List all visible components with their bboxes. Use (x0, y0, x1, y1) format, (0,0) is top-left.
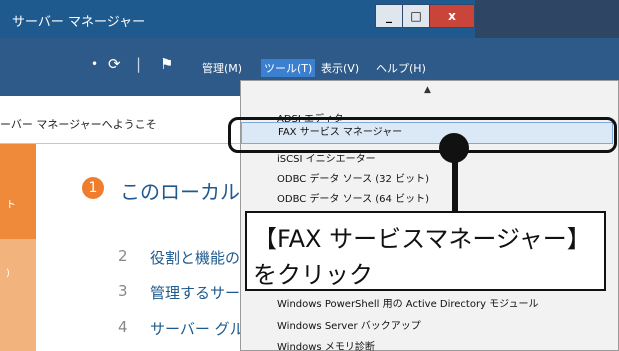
close-button[interactable]: x (429, 4, 475, 28)
server-manager-window: サーバー マネージャー _ □ x • ⟳ | ⚑ 管理(M) ツール(T) 表… (0, 0, 619, 351)
nav-dropdown-icon[interactable]: • (91, 57, 98, 71)
welcome-heading: ーバー マネージャーへようこそ (0, 118, 157, 131)
minimize-button[interactable]: _ (375, 4, 403, 28)
menu-item-odbc-32[interactable]: ODBC データ ソース (32 ビット) (277, 170, 429, 185)
highlight-ring (228, 117, 617, 153)
scroll-up-icon[interactable]: ▲ (424, 85, 431, 95)
notifications-flag-icon[interactable]: ⚑ (160, 55, 173, 73)
callout-line-2: をクリック (253, 261, 373, 289)
menu-item-memory-diagnostic[interactable]: Windows メモリ診断 (277, 338, 375, 351)
learn-more-band[interactable] (0, 239, 36, 351)
step-2-number: 2 (118, 247, 128, 265)
quick-start-label: ト (6, 200, 16, 211)
menu-manage[interactable]: 管理(M) (202, 60, 242, 76)
toolbar-separator: | (136, 55, 142, 73)
instruction-callout: 【FAX サービスマネージャー】 をクリック (245, 211, 606, 291)
menu-item-odbc-64[interactable]: ODBC データ ソース (64 ビット) (277, 190, 429, 205)
maximize-button[interactable]: □ (402, 4, 430, 28)
title-bar: サーバー マネージャー _ □ x (0, 0, 619, 38)
step-3-number: 3 (118, 282, 128, 300)
learn-more-label: ) (6, 268, 10, 279)
refresh-icon[interactable]: ⟳ (108, 55, 121, 73)
window-title: サーバー マネージャー (12, 15, 146, 30)
step-2-link[interactable]: 役割と機能の (150, 247, 240, 268)
menu-item-ps-ad-module[interactable]: Windows PowerShell 用の Active Directory モ… (277, 295, 538, 310)
step-4-link[interactable]: サーバー グル (150, 318, 245, 339)
step-1-badge: 1 (82, 177, 104, 199)
callout-line-1: 【FAX サービスマネージャー】 (253, 225, 591, 253)
step-3-link[interactable]: 管理するサー (150, 282, 240, 303)
menu-tools[interactable]: ツール(T) (261, 59, 316, 77)
callout-dot (439, 133, 469, 163)
step-4-number: 4 (118, 318, 128, 336)
desktop-background (475, 0, 619, 38)
quick-start-panel[interactable]: ト ) (0, 144, 36, 351)
menu-view[interactable]: 表示(V) (321, 60, 359, 76)
menu-help[interactable]: ヘルプ(H) (376, 60, 426, 76)
menu-item-windows-server-backup[interactable]: Windows Server バックアップ (277, 317, 421, 332)
